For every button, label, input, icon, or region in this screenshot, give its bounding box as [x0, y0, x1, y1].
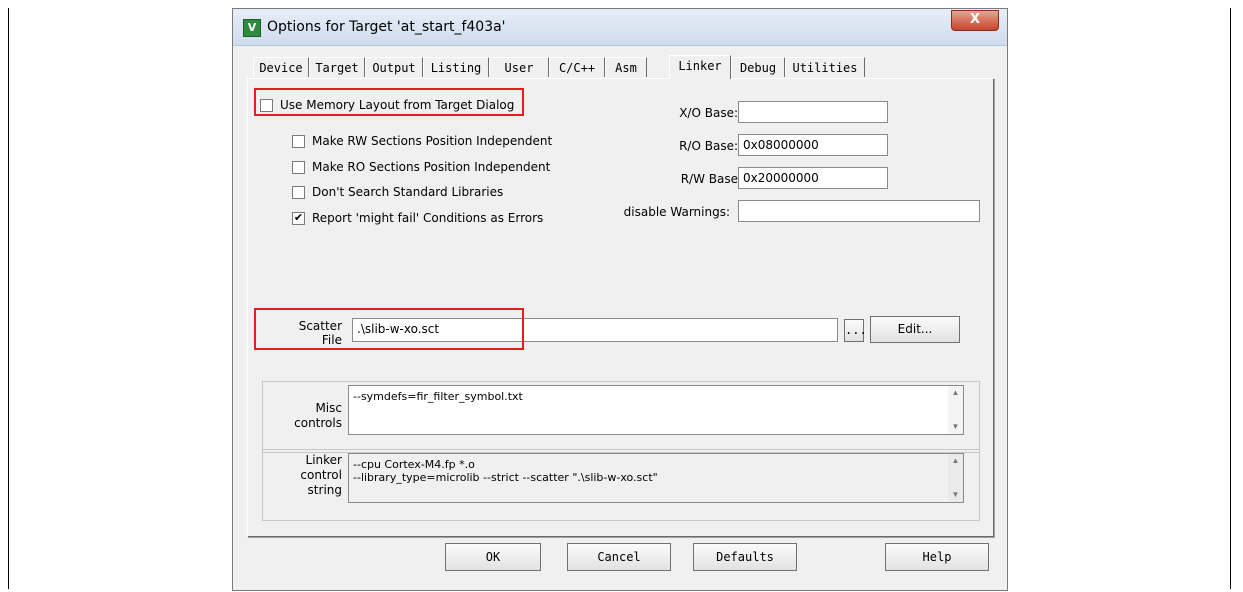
rw-independent-checkbox[interactable] — [292, 134, 305, 148]
report-might-fail-checkbox[interactable]: ✔ — [292, 211, 305, 225]
use-memory-layout-checkbox[interactable] — [260, 98, 273, 112]
rw-independent-option[interactable]: Make RW Sections Position Independent — [292, 134, 552, 148]
tab-target[interactable]: Target — [309, 57, 365, 77]
tab-listing[interactable]: Listing — [423, 57, 489, 77]
close-button[interactable]: X — [951, 10, 999, 31]
tab-user[interactable]: User — [489, 57, 549, 77]
tab-cpp[interactable]: C/C++ — [549, 57, 605, 77]
dont-search-libs-option[interactable]: Don't Search Standard Libraries — [292, 185, 503, 199]
linker-control-textarea: --cpu Cortex-M4.fp *.o --library_type=mi… — [348, 453, 964, 503]
tab-output[interactable]: Output — [365, 57, 423, 77]
window-title: Options for Target 'at_start_f403a' — [267, 19, 506, 35]
ro-base-label: R/O Base: — [679, 139, 738, 153]
tab-device[interactable]: Device — [253, 57, 309, 77]
cancel-button[interactable]: Cancel — [567, 543, 671, 571]
scroll-up-icon[interactable]: ▲ — [948, 454, 963, 468]
defaults-button[interactable]: Defaults — [693, 543, 797, 571]
use-memory-layout-option[interactable]: Use Memory Layout from Target Dialog — [260, 98, 514, 112]
xo-base-label: X/O Base: — [679, 106, 738, 120]
linker-scrollbar[interactable]: ▲ ▼ — [948, 454, 963, 502]
xo-base-field[interactable] — [738, 101, 888, 123]
misc-controls-label: Misc controls — [272, 401, 342, 431]
scatter-browse-button[interactable]: ... — [844, 319, 867, 342]
dont-search-libs-checkbox[interactable] — [292, 185, 305, 199]
scroll-down-icon[interactable]: ▼ — [948, 420, 963, 434]
linker-label-line2: control — [300, 468, 342, 482]
tab-linker[interactable]: Linker — [669, 55, 731, 79]
ro-independent-checkbox[interactable] — [292, 160, 305, 174]
linker-label-line1: Linker — [305, 453, 342, 467]
misc-label-line1: Misc — [315, 401, 342, 415]
dont-search-libs-label: Don't Search Standard Libraries — [312, 185, 504, 199]
ro-independent-option[interactable]: Make RO Sections Position Independent — [292, 160, 550, 174]
app-icon: V — [243, 19, 261, 37]
tab-debug[interactable]: Debug — [731, 57, 785, 77]
rw-base-field[interactable]: 0x20000000 — [738, 167, 888, 189]
scatter-label-line1: Scatter — [298, 319, 342, 333]
scatter-label-line2: File — [321, 333, 342, 347]
misc-controls-textarea[interactable]: --symdefs=fir_filter_symbol.txt — [348, 385, 964, 435]
scroll-down-icon[interactable]: ▼ — [948, 488, 963, 502]
help-button[interactable]: Help — [885, 543, 989, 571]
scatter-edit-button[interactable]: Edit... — [870, 316, 960, 343]
use-memory-layout-label: Use Memory Layout from Target Dialog — [280, 98, 515, 112]
options-dialog: V Options for Target 'at_start_f403a' X … — [232, 8, 1008, 591]
ro-base-field[interactable]: 0x08000000 — [738, 134, 888, 156]
scroll-up-icon[interactable]: ▲ — [948, 386, 963, 400]
scatter-file-field[interactable]: .\slib-w-xo.sct — [352, 318, 838, 342]
tab-asm[interactable]: Asm — [605, 57, 647, 77]
scatter-file-label: Scatter File — [272, 319, 342, 347]
report-might-fail-label: Report 'might fail' Conditions as Errors — [312, 211, 544, 225]
misc-scrollbar[interactable]: ▲ ▼ — [948, 386, 963, 434]
linker-panel: Use Memory Layout from Target Dialog Mak… — [247, 78, 995, 538]
disable-warnings-field[interactable] — [738, 200, 980, 222]
rw-independent-label: Make RW Sections Position Independent — [312, 134, 553, 148]
report-might-fail-option[interactable]: ✔ Report 'might fail' Conditions as Erro… — [292, 211, 543, 225]
tab-utilities[interactable]: Utilities — [785, 57, 865, 77]
misc-label-line2: controls — [294, 416, 342, 430]
linker-control-label: Linker control string — [272, 453, 342, 498]
ro-independent-label: Make RO Sections Position Independent — [312, 160, 551, 174]
title-bar: V Options for Target 'at_start_f403a' X — [233, 9, 1007, 46]
linker-label-line3: string — [307, 483, 342, 497]
rw-base-label: R/W Base — [680, 172, 738, 186]
ok-button[interactable]: OK — [445, 543, 541, 571]
disable-warnings-label: disable Warnings: — [623, 205, 730, 219]
